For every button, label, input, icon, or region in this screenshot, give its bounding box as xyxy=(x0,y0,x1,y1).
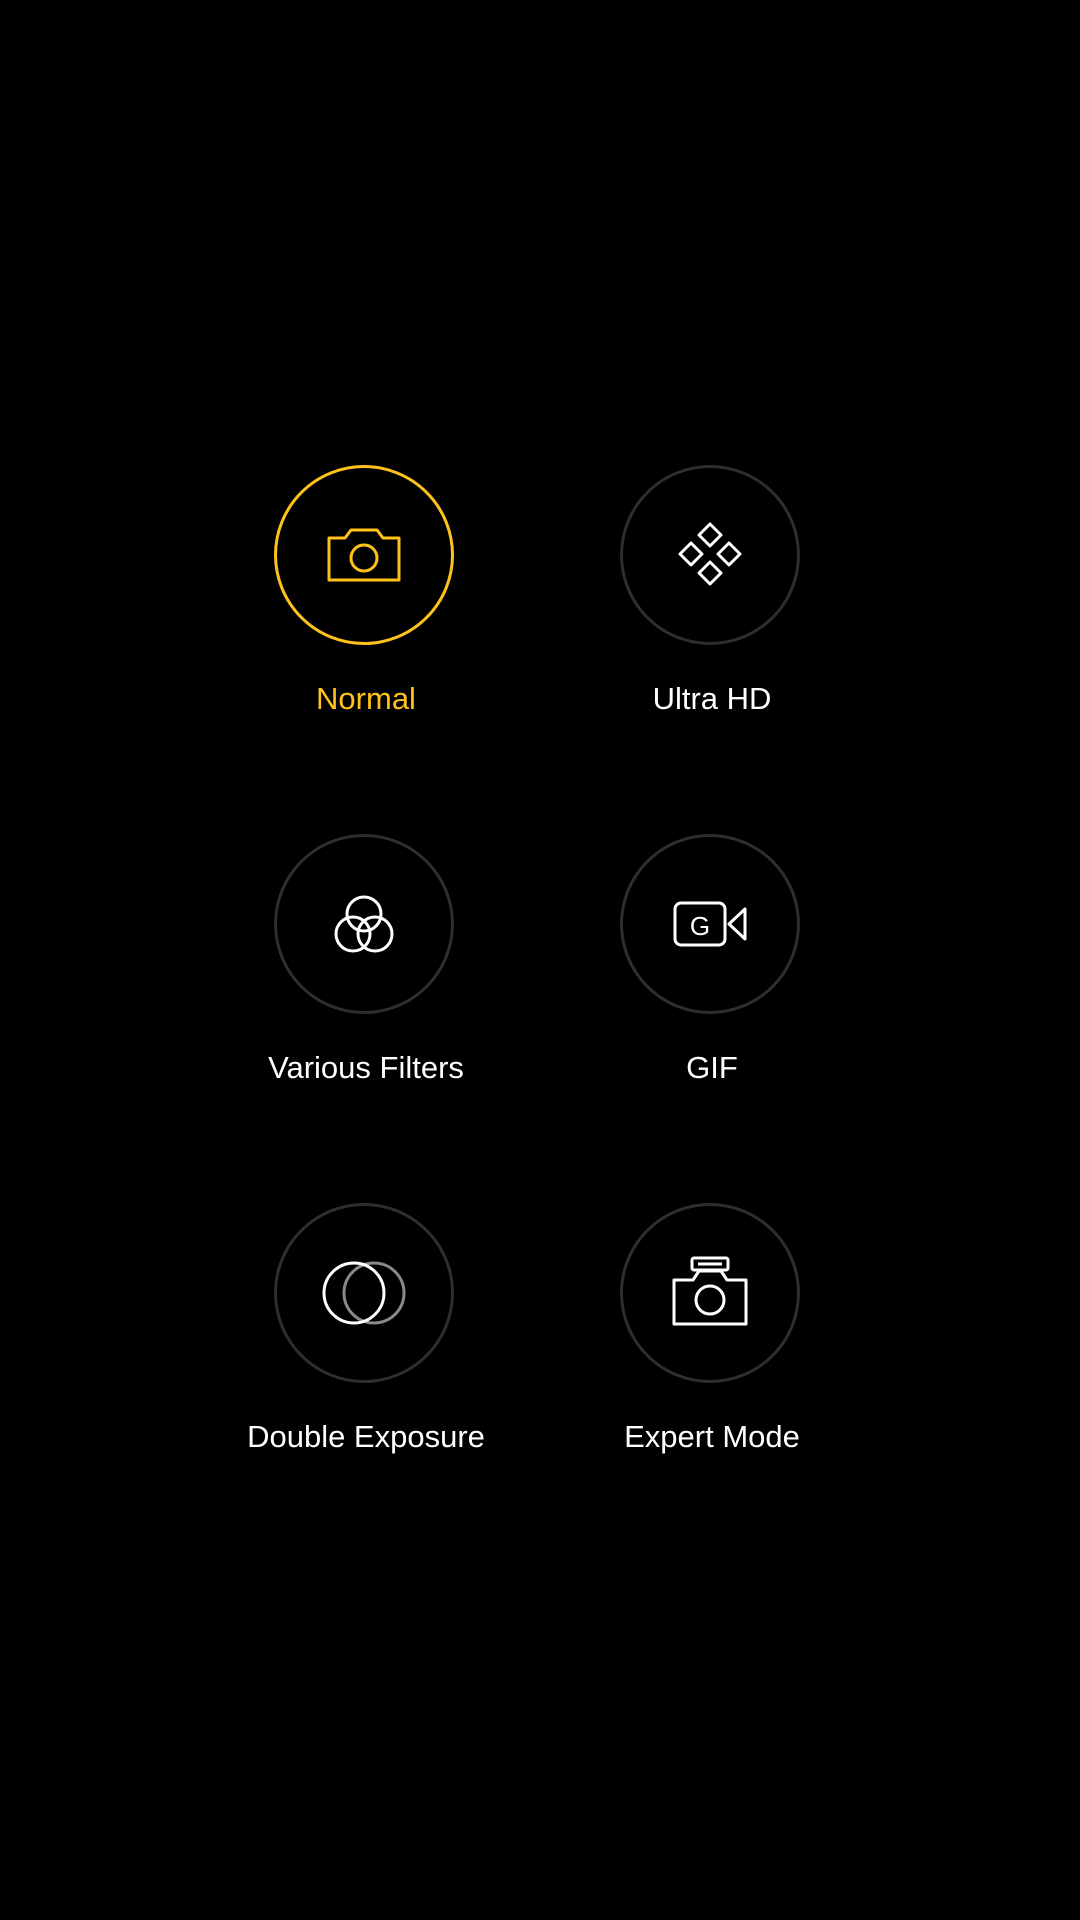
camera-icon xyxy=(327,528,401,582)
mode-expert-label: Expert Mode xyxy=(624,1419,800,1454)
diamond-grid-icon xyxy=(678,522,742,586)
mode-various-filters-label: Various Filters xyxy=(268,1050,464,1085)
expert-camera-icon xyxy=(672,1256,748,1326)
mode-normal[interactable]: Normal xyxy=(206,465,526,765)
mode-normal-ring xyxy=(274,465,454,645)
mode-gif[interactable]: G GIF xyxy=(552,834,872,1134)
camera-mode-screen: Normal Ultra HD Various Filters G GIF Do… xyxy=(0,0,1080,1920)
mode-gif-label: GIF xyxy=(686,1050,738,1085)
mode-double-exposure-label: Double Exposure xyxy=(247,1419,485,1454)
mode-expert-ring xyxy=(620,1203,800,1383)
mode-expert[interactable]: Expert Mode xyxy=(552,1203,872,1503)
mode-ultra-hd-label: Ultra HD xyxy=(652,681,772,716)
mode-various-filters[interactable]: Various Filters xyxy=(206,834,526,1134)
mode-ultra-hd-ring xyxy=(620,465,800,645)
mode-gif-ring: G xyxy=(620,834,800,1014)
mode-double-exposure-ring xyxy=(274,1203,454,1383)
svg-text:G: G xyxy=(690,911,710,941)
mode-various-filters-ring xyxy=(274,834,454,1014)
gif-video-icon: G xyxy=(673,901,747,947)
double-exposure-icon xyxy=(322,1261,406,1325)
mode-normal-label: Normal xyxy=(316,681,416,716)
mode-double-exposure[interactable]: Double Exposure xyxy=(206,1203,526,1503)
filters-icon xyxy=(334,895,394,953)
mode-ultra-hd[interactable]: Ultra HD xyxy=(552,465,872,765)
